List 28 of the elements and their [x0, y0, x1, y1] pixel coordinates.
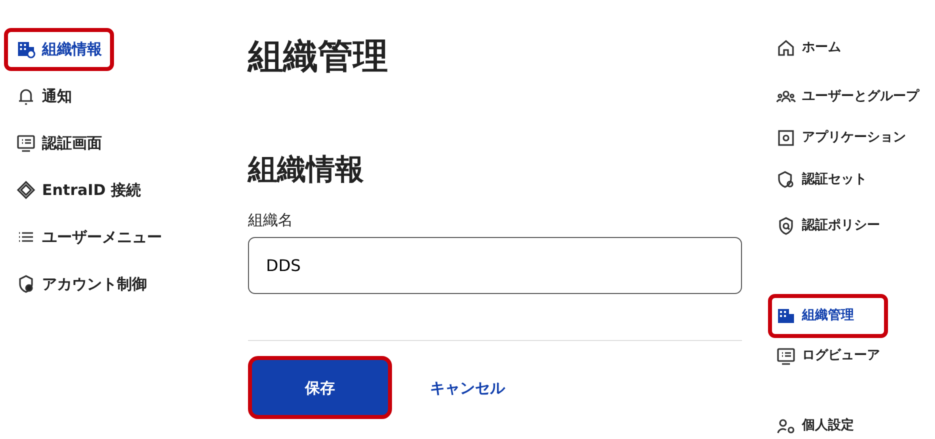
nav-link[interactable]: 認証ポリシー	[768, 208, 888, 244]
nav-link[interactable]: 個人設定	[768, 408, 862, 439]
home-icon	[776, 38, 796, 58]
page-title: 組織管理	[248, 36, 389, 78]
save-button[interactable]: 保存	[248, 356, 392, 420]
nav-link[interactable]: 認証画面	[4, 122, 114, 164]
nav-link[interactable]: ホーム	[768, 30, 849, 66]
nav-link[interactable]: ユーザーとグループ	[768, 79, 927, 115]
screen-icon	[16, 133, 36, 154]
nav-link[interactable]: EntraID 接続	[4, 169, 153, 212]
nav-link[interactable]: アプリケーション	[768, 120, 914, 156]
nav-link[interactable]: ログビューア	[768, 338, 888, 374]
building-icon	[776, 306, 796, 326]
nav-link[interactable]: ユーザーメニュー	[4, 216, 174, 258]
nav-link[interactable]: アカウント制御	[4, 263, 159, 306]
shield-search-icon	[776, 216, 796, 236]
shield-icon	[16, 274, 36, 294]
nav-link[interactable]: 通知	[4, 75, 84, 118]
nav-link[interactable]: 組織管理	[768, 294, 888, 338]
section-title: 組織情報	[248, 152, 365, 187]
input-field[interactable]: DDS	[248, 237, 742, 294]
nav-link[interactable]: 認証セット	[768, 162, 875, 198]
bell-icon	[16, 86, 36, 106]
nav-link[interactable]: 組織情報	[4, 28, 114, 70]
screen-icon	[776, 346, 796, 366]
cancel-link[interactable]: キャンセル	[416, 366, 519, 410]
diamond-icon	[16, 180, 36, 200]
field-label: 組織名	[248, 210, 294, 231]
